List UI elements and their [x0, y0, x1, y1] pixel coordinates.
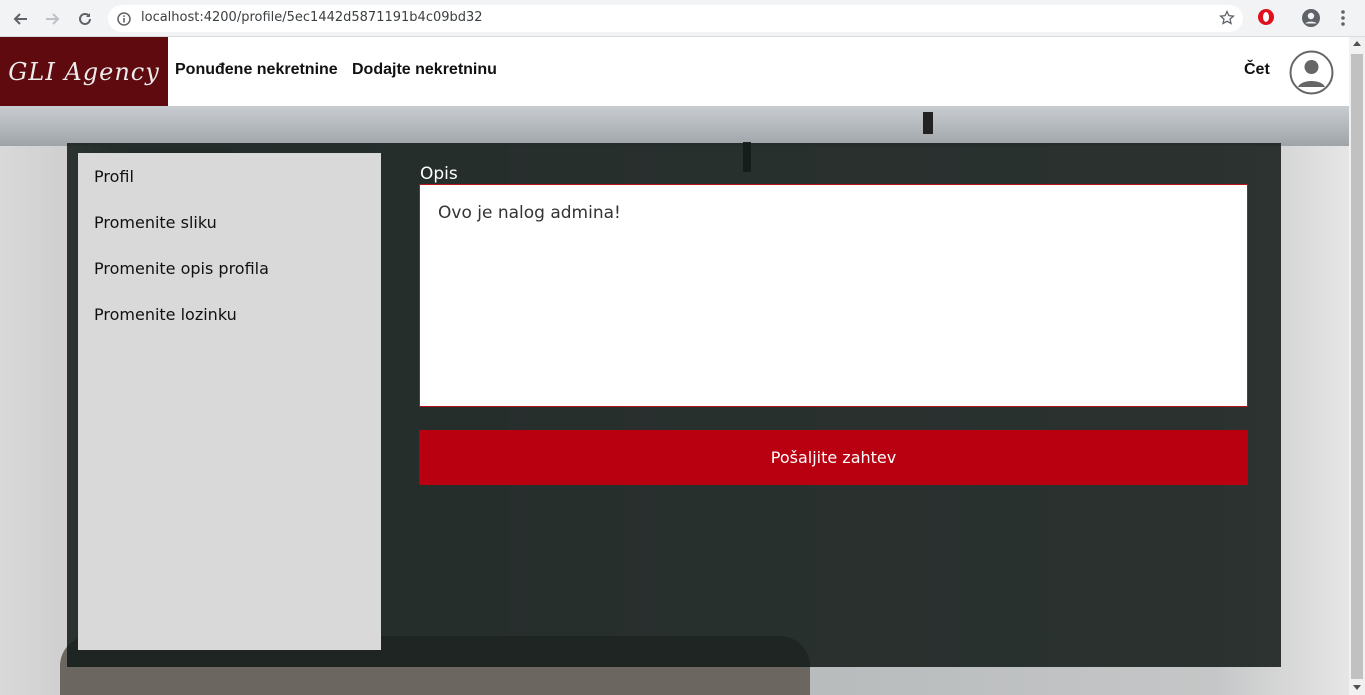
info-icon[interactable]: [117, 11, 131, 30]
scrollbar[interactable]: [1349, 37, 1365, 695]
description-textarea[interactable]: Ovo je nalog admina!: [419, 184, 1248, 407]
address-bar[interactable]: localhost:4200/profile/5ec1442d5871191b4…: [108, 5, 1243, 32]
star-icon[interactable]: [1219, 9, 1235, 30]
forward-icon[interactable]: [40, 6, 66, 32]
nav-dodajte-nekretninu[interactable]: Dodajte nekretninu: [352, 61, 497, 79]
sidebar-item-promenite-opis[interactable]: Promenite opis profila: [94, 259, 269, 278]
url-text: localhost:4200/profile/5ec1442d5871191b4…: [141, 10, 483, 25]
opera-icon[interactable]: [1257, 8, 1275, 30]
nav-chat[interactable]: Čet: [1244, 61, 1270, 79]
scroll-up-icon[interactable]: [1353, 41, 1361, 46]
description-label: Opis: [420, 164, 458, 184]
account-icon[interactable]: [1301, 8, 1321, 32]
scrollbar-thumb[interactable]: [1351, 54, 1363, 679]
app-header: GLI Agency Ponuđene nekretnine Dodajte n…: [0, 37, 1349, 106]
logo[interactable]: GLI Agency: [0, 37, 168, 106]
sidebar-item-promenite-sliku[interactable]: Promenite sliku: [94, 213, 217, 232]
nav-ponudjene-nekretnine[interactable]: Ponuđene nekretnine: [175, 61, 338, 79]
browser-toolbar: localhost:4200/profile/5ec1442d5871191b4…: [0, 0, 1365, 37]
sidebar-item-promenite-lozinku[interactable]: Promenite lozinku: [94, 305, 237, 324]
profile-sidebar: Profil Promenite sliku Promenite opis pr…: [78, 153, 381, 650]
reload-icon[interactable]: [72, 6, 98, 32]
avatar[interactable]: [1289, 50, 1334, 95]
back-icon[interactable]: [7, 6, 33, 32]
menu-icon[interactable]: [1338, 8, 1348, 32]
sidebar-item-profil[interactable]: Profil: [94, 167, 134, 186]
scroll-down-icon[interactable]: [1353, 685, 1361, 690]
logo-text: GLI Agency: [8, 57, 160, 86]
profile-panel: Profil Promenite sliku Promenite opis pr…: [67, 143, 1281, 667]
submit-button[interactable]: Pošaljite zahtev: [419, 430, 1248, 485]
